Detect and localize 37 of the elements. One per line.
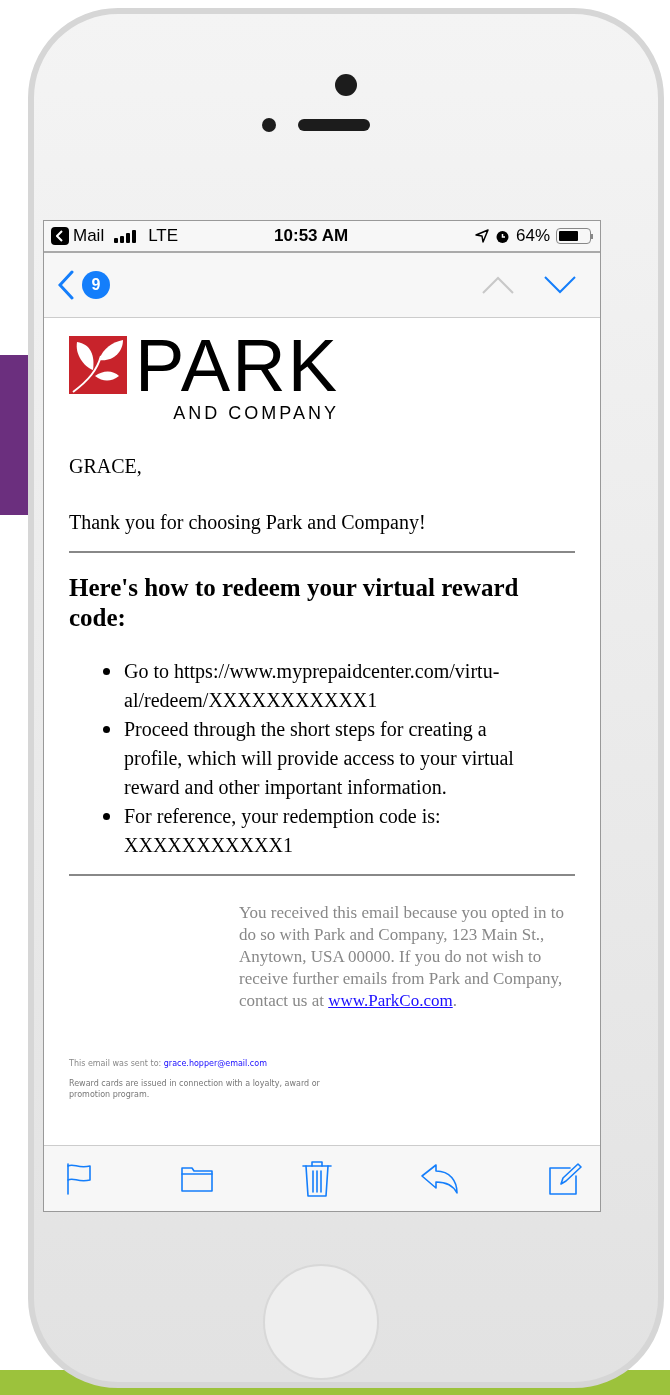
website-link[interactable]: www.ParkCo.com (328, 991, 453, 1010)
reply-icon[interactable] (420, 1162, 460, 1195)
notice-text: You received this email because you opted in to do so with Park and Company, 123 Main St., Anytown, USA 00000. If you do not wish to receive further emails from Park and Company, contact us at www.ParkCo.com. (239, 902, 565, 1012)
camera-icon (335, 74, 357, 96)
step-text: For reference, your redemption code is: XXXXXXXXXXX1 (124, 804, 442, 858)
intro-text: Thank you for choosing Park and Company! (69, 507, 575, 553)
back-chevron-icon[interactable] (58, 270, 74, 300)
status-time: 10:53 AM (274, 225, 349, 248)
redeem-heading: Here's how to redeem your virtual reward code: (69, 573, 520, 633)
network-label: LTE (148, 225, 179, 248)
compose-icon[interactable] (548, 1161, 582, 1196)
flag-icon[interactable] (66, 1162, 92, 1195)
speaker-icon (298, 119, 370, 131)
back-app-label[interactable]: Mail (73, 223, 105, 249)
battery-percent: 64% (515, 225, 550, 248)
unread-count-badge: 9 (82, 271, 110, 299)
step-text: Proceed through the short steps for creating a profile, which will provide access to your virtual reward and other important information. (124, 717, 515, 801)
logo-tagline: AND COMPANY (173, 402, 340, 425)
greeting-text: GRACE, (69, 454, 143, 479)
sent-to-text: This email was sent to: grace.hopper@email.com (69, 1058, 268, 1070)
email-address-link[interactable]: grace.hopper@email.com (163, 1059, 267, 1068)
bullet-icon (103, 726, 110, 733)
bullet-icon (103, 813, 110, 820)
back-app-icon[interactable] (51, 227, 69, 245)
bullet-icon (103, 668, 110, 675)
sensor-icon (262, 118, 276, 132)
leaf-logo-icon (69, 336, 127, 394)
step-text: Go to https://www.myprepaidcenter.com/virtu-al/redeem/XXXXXXXXXXX1 (124, 659, 501, 713)
signal-icon (114, 229, 139, 243)
folder-icon[interactable] (180, 1164, 214, 1193)
disclaimer-text: Reward cards are issued in connection with a loyalty, award or promotion program. (69, 1078, 321, 1100)
logo-wordmark: PARK (135, 336, 340, 396)
location-arrow-icon (474, 229, 489, 243)
alarm-clock-icon (494, 228, 510, 244)
trash-icon[interactable] (302, 1159, 332, 1198)
down-chevron-icon[interactable] (544, 276, 576, 294)
battery-icon (556, 228, 593, 244)
